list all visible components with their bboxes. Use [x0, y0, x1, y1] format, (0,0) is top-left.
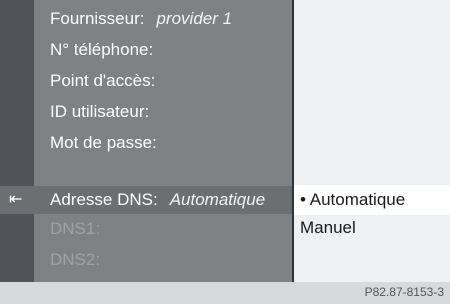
figure-reference: P82.87-8153-3: [364, 285, 444, 299]
back-arrow-icon: ⇤: [9, 191, 23, 208]
dns-submenu: • Automatique Manuel: [294, 0, 450, 282]
row-password[interactable]: Mot de passe:: [50, 128, 157, 158]
footer: P82.87-8153-3: [0, 282, 450, 304]
row-user-id[interactable]: ID utilisateur:: [50, 97, 149, 127]
row-access-point[interactable]: Point d'accès:: [50, 66, 155, 96]
row-dns-address[interactable]: Adresse DNS: Automatique: [34, 186, 292, 214]
row-label: DNS2:: [50, 250, 101, 269]
row-label: N° téléphone:: [50, 40, 154, 59]
row-value: Automatique: [169, 190, 266, 209]
back-button[interactable]: ⇤: [0, 186, 34, 214]
row-label: ID utilisateur:: [50, 102, 150, 121]
left-strip: [0, 0, 34, 282]
submenu-item-automatique[interactable]: • Automatique: [294, 185, 450, 215]
row-label: Adresse DNS:: [50, 190, 158, 209]
submenu-item-manuel[interactable]: Manuel: [300, 213, 356, 243]
settings-list: Fournisseur: provider 1 N° téléphone: Poi…: [34, 0, 292, 282]
row-dns1: DNS1:: [50, 214, 100, 244]
row-label: Mot de passe:: [50, 133, 157, 152]
display-screen: ⇤ Fournisseur: provider 1 N° téléphone: P…: [0, 0, 450, 282]
row-dns2: DNS2:: [50, 245, 100, 275]
row-value: provider 1: [156, 9, 233, 28]
row-provider[interactable]: Fournisseur: provider 1: [50, 4, 232, 34]
row-phone[interactable]: N° téléphone:: [50, 35, 153, 65]
row-label: Fournisseur:: [50, 9, 145, 28]
row-label: DNS1:: [50, 219, 101, 238]
row-label: Point d'accès:: [50, 71, 156, 90]
